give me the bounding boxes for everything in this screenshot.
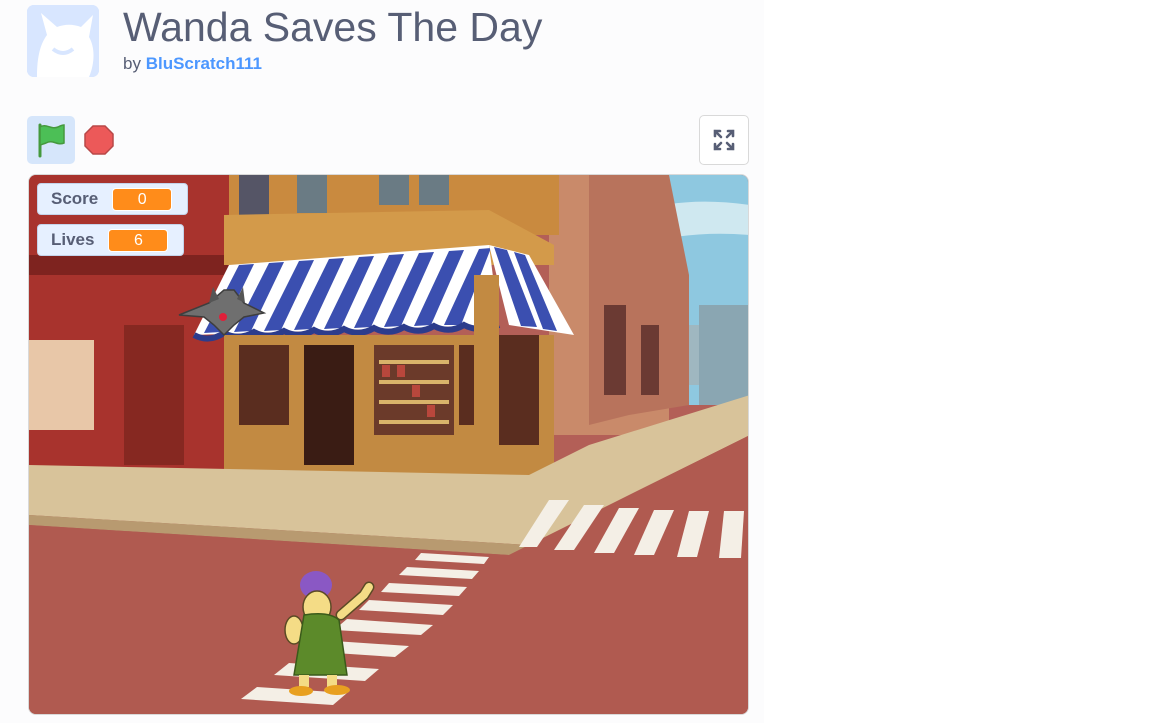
project-stage[interactable]: Score 0 Lives 6 bbox=[28, 174, 749, 715]
lives-value: 6 bbox=[108, 228, 169, 252]
fullscreen-button[interactable] bbox=[699, 115, 749, 165]
score-value: 0 bbox=[112, 187, 173, 211]
lives-monitor[interactable]: Lives 6 bbox=[37, 224, 184, 256]
lives-label: Lives bbox=[51, 230, 95, 249]
author-avatar[interactable] bbox=[27, 5, 99, 77]
stop-sign-icon bbox=[84, 125, 114, 155]
stop-button[interactable] bbox=[83, 124, 115, 156]
score-label: Score bbox=[51, 189, 99, 208]
project-page-panel: Wanda Saves The Day by BluScratch111 Sco… bbox=[0, 0, 764, 723]
project-title: Wanda Saves The Day bbox=[123, 4, 543, 50]
green-flag-button[interactable] bbox=[27, 116, 75, 164]
fullscreen-expand-icon bbox=[713, 129, 735, 151]
byline-prefix: by bbox=[123, 54, 141, 73]
byline: by BluScratch111 bbox=[123, 54, 262, 74]
scratch-cat-avatar-icon bbox=[27, 5, 99, 77]
score-monitor[interactable]: Score 0 bbox=[37, 183, 188, 215]
author-link[interactable]: BluScratch111 bbox=[146, 54, 262, 73]
street-backdrop bbox=[29, 175, 748, 714]
green-flag-icon bbox=[38, 123, 65, 158]
